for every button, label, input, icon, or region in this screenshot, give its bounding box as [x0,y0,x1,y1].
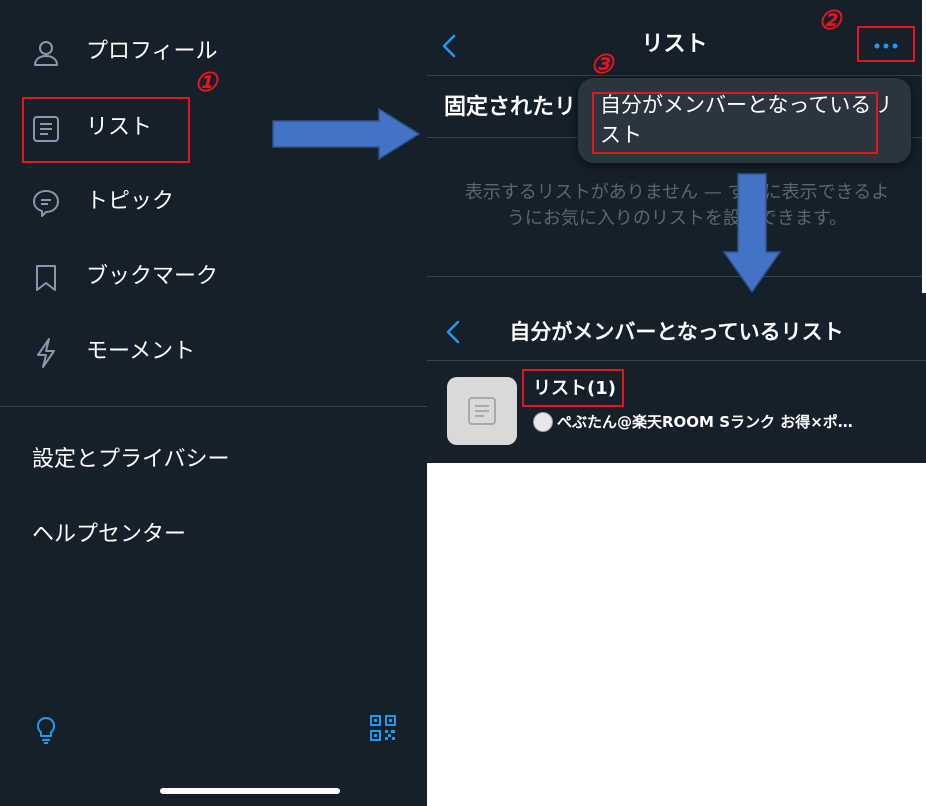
highlight-box-more [857,26,915,62]
avatar [533,412,553,432]
down-arrow [722,173,782,294]
highlight-box-member-lists [592,92,878,154]
menu-divider [0,406,427,407]
page-title: 自分がメンバーとなっているリスト [509,320,844,344]
menu-item-label: モーメント [86,339,196,364]
home-indicator [160,788,340,794]
step-number-3: ③ [590,50,614,80]
page-title: リスト [641,32,708,57]
topic-icon [33,190,59,217]
person-icon [34,41,58,66]
menu-item-topics[interactable]: トピック [0,172,427,232]
highlight-box-lists [22,97,190,163]
menu-item-label: ブックマーク [86,264,219,289]
menu-item-moments[interactable]: モーメント [0,322,427,382]
menu-item-help-center[interactable]: ヘルプセンター [32,521,186,549]
menu-item-label: トピック [86,189,175,214]
member-lists-screen: 自分がメンバーとなっているリスト リスト(1) ぺぶたん@楽天ROOM Sランク… [427,293,926,463]
list-icon [468,397,496,425]
header-divider [427,75,922,76]
empty-state-message: 表示するリストがありません — すぐに表示できるようにお気に入りのリストを設定で… [464,182,890,229]
lightbulb-icon[interactable] [32,715,60,745]
section-divider [427,276,922,277]
list-owner: ぺぶたん@楽天ROOM Sランク お得×ポ… [557,413,853,431]
menu-item-settings[interactable]: 設定とプライバシー [32,446,230,474]
menu-item-bookmarks[interactable]: ブックマーク [0,247,427,307]
right-arrow [272,108,421,160]
pinned-lists-heading: 固定されたリ [444,95,577,120]
list-thumbnail[interactable] [447,377,517,445]
lightning-icon [37,338,55,368]
step-number-2: ② [818,6,842,36]
header-divider [427,360,926,361]
qr-code-icon[interactable] [369,714,397,742]
highlight-box-list-name [522,369,624,407]
menu-item-label: プロフィール [86,39,218,64]
bookmark-icon [36,265,56,291]
step-number-1: ① [194,68,218,98]
